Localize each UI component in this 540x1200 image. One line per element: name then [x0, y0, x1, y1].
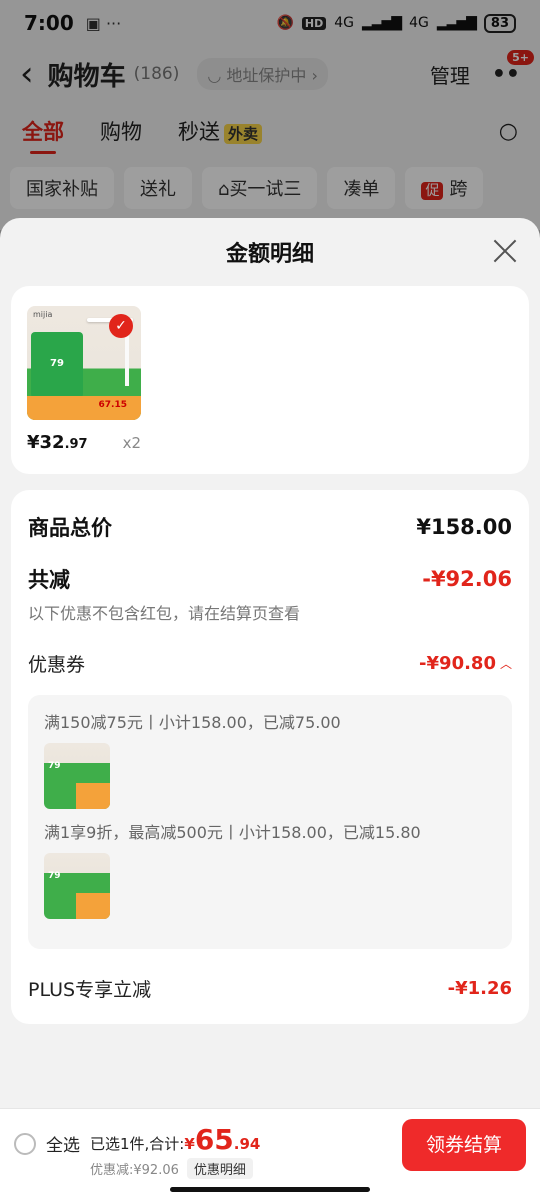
- reduce-value: -¥92.06: [422, 567, 512, 591]
- thumb-price: 67.15: [98, 400, 127, 410]
- thumb-label-1: 79: [48, 761, 61, 771]
- total-price: ¥65.94: [184, 1123, 260, 1156]
- product-price-main: ¥32: [27, 432, 65, 453]
- brand-logo: mijia: [33, 310, 53, 319]
- coupon-product-thumb-2: 79: [44, 853, 110, 919]
- select-all-label: 全选: [46, 1136, 80, 1156]
- coupon-row[interactable]: 优惠券 -¥90.80 ︿: [28, 650, 512, 677]
- reduce-row: 共减 -¥92.06: [28, 564, 512, 594]
- dim-overlay[interactable]: [0, 0, 540, 230]
- coupon-line-2: 满1享9折，最高减500元丨小计158.00，已减15.80: [44, 823, 421, 842]
- coupon-breakdown: 满150减75元丨小计158.00，已减75.00 79 满1享9折，最高减50…: [28, 695, 512, 949]
- amount-detail-sheet: 金额明细 mijia 79 67.15 ✓ ¥32.97 x2 商品总价 ¥15…: [0, 218, 540, 1200]
- total-currency: ¥: [184, 1135, 195, 1153]
- plus-row: PLUS专享立减 -¥1.26: [28, 975, 512, 1002]
- amount-detail-card: 商品总价 ¥158.00 共减 -¥92.06 以下优惠不包含红包，请在结算页查…: [11, 490, 529, 1024]
- select-all-radio[interactable]: [14, 1132, 36, 1155]
- product-quantity: x2: [122, 434, 141, 452]
- coupon-line-1: 满150减75元丨小计158.00，已减75.00: [44, 713, 341, 732]
- thumb-strip-1: [76, 783, 110, 809]
- sheet-header: 金额明细: [0, 218, 540, 286]
- total-row: 商品总价 ¥158.00: [28, 512, 512, 542]
- selected-text: 已选1件,合计:: [90, 1135, 185, 1153]
- product-item[interactable]: mijia 79 67.15 ✓ ¥32.97 x2: [27, 306, 141, 453]
- total-price-dec: .94: [233, 1135, 261, 1153]
- coupon-label: 优惠券: [28, 654, 86, 676]
- subsidy-label: 79: [31, 332, 83, 398]
- checkout-bar: 全选 已选1件,合计: ¥65.94 优惠减:¥92.06 优惠明细 领券结算: [0, 1108, 540, 1200]
- chevron-up-icon: ︿: [499, 657, 512, 671]
- product-price: ¥32.97: [27, 432, 88, 453]
- product-meta: ¥32.97 x2: [27, 432, 141, 453]
- select-all[interactable]: 全选: [14, 1131, 80, 1156]
- total-price-int: 65: [194, 1123, 234, 1156]
- discount-text: 优惠减:¥92.06: [90, 1163, 179, 1178]
- checkout-button[interactable]: 领券结算: [402, 1119, 526, 1171]
- selected-products-card: mijia 79 67.15 ✓ ¥32.97 x2: [11, 286, 529, 474]
- check-icon[interactable]: ✓: [109, 314, 133, 338]
- close-icon[interactable]: [492, 238, 518, 264]
- product-image: mijia 79 67.15 ✓: [27, 306, 141, 420]
- reduce-label: 共减: [28, 568, 70, 592]
- product-price-decimal: .97: [64, 437, 88, 452]
- total-value: ¥158.00: [416, 515, 512, 539]
- coupon-product-thumb-1: 79: [44, 743, 110, 809]
- thumb-strip-2: [76, 893, 110, 919]
- discount-note: 以下优惠不包含红包，请在结算页查看: [28, 604, 301, 623]
- thumb-label-2: 79: [48, 871, 61, 881]
- discount-line: 优惠减:¥92.06 优惠明细: [90, 1158, 260, 1179]
- coupon-value: -¥90.80: [419, 653, 496, 674]
- total-label: 商品总价: [28, 516, 112, 540]
- price-summary: 已选1件,合计: ¥65.94 优惠减:¥92.06 优惠明细: [90, 1123, 260, 1179]
- discount-detail-button[interactable]: 优惠明细: [186, 1158, 253, 1179]
- plus-value: -¥1.26: [447, 978, 512, 999]
- summary-line: 已选1件,合计: ¥65.94: [90, 1123, 260, 1156]
- home-indicator: [170, 1187, 370, 1192]
- price-strip: 67.15: [27, 396, 141, 420]
- plus-label: PLUS专享立减: [28, 979, 152, 1001]
- sheet-title: 金额明细: [225, 242, 314, 267]
